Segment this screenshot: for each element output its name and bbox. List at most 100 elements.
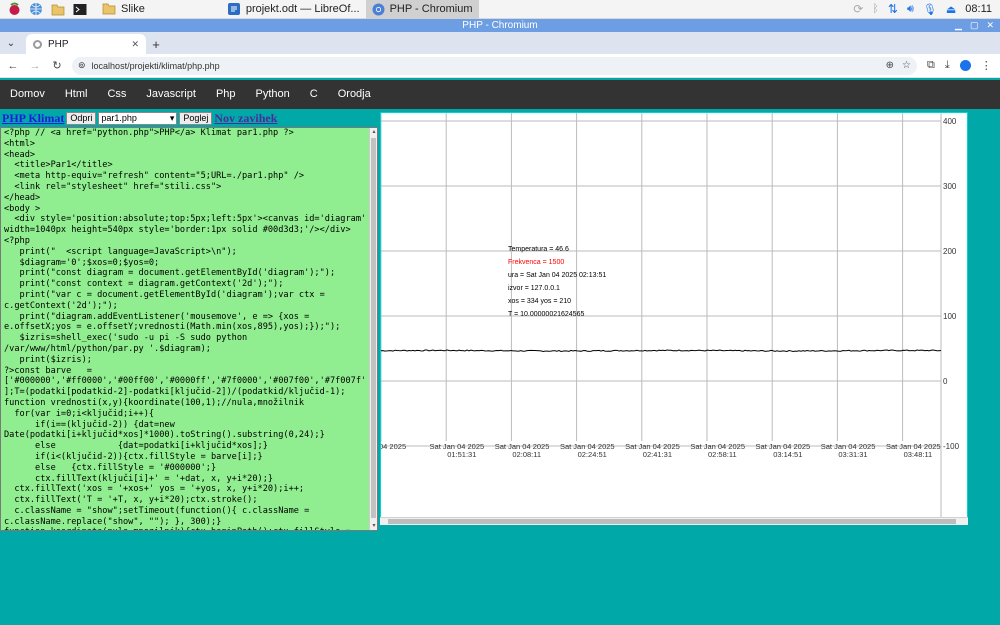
file-manager-icon[interactable] [50, 1, 66, 17]
code-line: ctx.fillText(ključi[i]+' = '+dat, x, y+i… [4, 473, 274, 484]
open-button[interactable]: Odpri [66, 112, 97, 125]
bookmark-star-icon[interactable]: ☆ [902, 60, 911, 71]
code-line: function vrednosti(x,y){koordinate(100,1… [4, 397, 305, 408]
code-line: e.offsetX;yos = e.offsetY;vrednosti(Math… [4, 322, 341, 333]
x-tick-time-label: 02:41:31 [643, 450, 672, 459]
code-line: c.className.replace("show", ""); }, 300)… [4, 516, 222, 527]
x-tick-time-label: 02:08:11 [512, 450, 541, 459]
scroll-down-icon[interactable]: ▾ [370, 522, 377, 530]
scrollbar-thumb[interactable] [371, 138, 376, 518]
browser-toolbar: ← → ↻ ⊚ localhost/projekti/klimat/php.ph… [0, 54, 1000, 78]
code-line: <?php [4, 235, 30, 246]
nav-html[interactable]: Html [55, 80, 98, 109]
x-tick-time-label: 01:51:31 [447, 450, 476, 459]
microphone-icon[interactable]: 🎙︎ [923, 3, 937, 16]
horizontal-scrollbar-thumb[interactable] [388, 519, 956, 524]
terminal-icon[interactable] [72, 1, 88, 17]
nav-orodja[interactable]: Orodja [328, 80, 381, 109]
series-line-temperatura [381, 349, 942, 353]
code-scrollbar[interactable]: ▴ ▾ [369, 128, 377, 530]
page-title[interactable]: PHP Klimat [0, 111, 64, 126]
code-line: </head> [4, 192, 41, 203]
code-line: c.getContext('2d');"); [4, 300, 118, 311]
diagram-canvas[interactable]: 400 300 200 100 0 -100 04 2025 Sat Jan 04 2025 0… [380, 112, 968, 525]
code-line: ];T=(podatki[podatkid-2]-podatki[ključid… [4, 387, 346, 398]
nav-python[interactable]: Python [246, 80, 300, 109]
tooltip-value: izvor = 127.0.0.1 [508, 285, 560, 292]
code-line: print("diagram.addEventListener('mousemo… [4, 311, 310, 322]
nav-css[interactable]: Css [97, 80, 136, 109]
nav-javascript[interactable]: Javascript [136, 80, 206, 109]
raspberry-menu-icon[interactable] [6, 1, 22, 17]
browser-tab-php[interactable]: PHP ✕ [26, 34, 146, 54]
minimize-icon[interactable]: ▁ [955, 19, 962, 32]
address-bar[interactable]: ⊚ localhost/projekti/klimat/php.php ⊕ ☆ [72, 56, 917, 75]
eject-icon[interactable]: ⏏ [946, 3, 956, 16]
zoom-icon[interactable]: ⊕ [886, 60, 894, 71]
page-title-text[interactable]: PHP Klimat [2, 111, 64, 125]
scroll-up-icon[interactable]: ▴ [370, 128, 377, 136]
new-tab-icon[interactable]: + [146, 34, 166, 54]
code-line: <title>Par1</title> [4, 160, 113, 171]
task-label: projekt.odt — LibreOf... [245, 3, 360, 15]
code-line: <head> [4, 149, 36, 160]
chart-horizontal-scrollbar[interactable] [380, 517, 968, 525]
x-tick-time-label: 03:14:51 [773, 450, 802, 459]
taskbar-task-slike[interactable]: Slike [96, 0, 151, 19]
menu-kebab-icon[interactable]: ⋮ [981, 59, 992, 72]
reload-icon[interactable]: ↻ [48, 57, 66, 75]
bluetooth-icon[interactable]: ᛒ [872, 3, 879, 15]
forward-icon[interactable]: → [26, 57, 44, 75]
taskbar-task-chromium[interactable]: PHP - Chromium [365, 0, 479, 19]
extensions-icon[interactable]: ⧉ [927, 59, 935, 72]
code-line: ?>const barve = [4, 365, 92, 376]
code-line: for(var i=0;i<ključid;i++){ [4, 408, 155, 419]
code-panel: PHP Klimat Odpri par1.php ▾ Poglej Nov z… [0, 110, 378, 625]
nav-c[interactable]: C [300, 80, 328, 109]
close-icon[interactable]: ✕ [986, 19, 994, 32]
clock[interactable]: 08:11 [965, 3, 992, 15]
code-line: else {dat=podatki[i+ključid*xos];} [4, 441, 268, 452]
tooltip-value: xos = 334 yos = 210 [508, 298, 571, 305]
tab-favicon-icon [33, 39, 42, 49]
chromium-icon [372, 3, 385, 15]
code-line: ['#000000','#ff0000','#00ff00','#0000ff'… [4, 376, 367, 387]
code-listing: <?php // <a href="python.php">PHP</a> Kl… [1, 128, 377, 530]
tooltip-value: Temperatura = 46.6 [508, 246, 569, 253]
volume-icon[interactable]: 🔊︎ [907, 3, 914, 16]
chart-svg: 4003002001000-10004 2025 Sat Jan 04 20250… [381, 113, 960, 518]
file-form: PHP Klimat Odpri par1.php ▾ Poglej Nov z… [0, 110, 378, 127]
code-line: c.className = "show";setTimeout(function… [4, 505, 310, 516]
window-title-bar[interactable]: PHP - Chromium ▁ ▢ ✕ [0, 19, 1000, 32]
x-tick-time-label: 03:31:31 [838, 450, 867, 459]
nav-domov[interactable]: Domov [0, 80, 55, 109]
task-label: PHP - Chromium [389, 3, 473, 15]
view-button[interactable]: Poglej [179, 112, 213, 125]
y-tick-label: 0 [943, 377, 948, 386]
sync-icon[interactable]: ⟳ [853, 2, 863, 16]
tooltip-value: T = 10.00000021624565 [508, 311, 584, 318]
taskbar-task-libreoffice[interactable]: projekt.odt — LibreOf... [221, 0, 366, 19]
file-select[interactable]: par1.php ▾ [98, 112, 178, 125]
nav-php[interactable]: Php [206, 80, 246, 109]
network-icon[interactable]: ⇅ [888, 2, 898, 16]
tab-close-icon[interactable]: ✕ [131, 39, 139, 50]
code-line: Date(podatki[i+ključid*xos]*1000).toStri… [4, 430, 325, 441]
site-info-icon[interactable]: ⊚ [78, 60, 86, 71]
profile-avatar[interactable] [959, 60, 971, 71]
back-icon[interactable]: ← [4, 57, 22, 75]
y-tick-label: 100 [943, 312, 957, 321]
maximize-icon[interactable]: ▢ [970, 19, 979, 32]
code-viewer[interactable]: <?php // <a href="python.php">PHP</a> Kl… [0, 127, 378, 531]
web-browser-icon[interactable] [28, 1, 44, 17]
x-tick-time-label: 03:48:11 [904, 450, 933, 459]
new-tab-link[interactable]: Nov zavihek [214, 111, 277, 126]
file-select-value: par1.php [101, 113, 137, 123]
y-tick-label: 300 [943, 182, 957, 191]
chevron-down-icon: ▾ [169, 113, 175, 123]
tooltip-value: ura = Sat Jan 04 2025 02:13:51 [508, 272, 606, 279]
downloads-icon[interactable]: ⤓ [945, 59, 950, 72]
x-tick-time-label: 02:58:11 [708, 450, 737, 459]
code-line: print("const context = diagram.getContex… [4, 279, 284, 290]
tab-search-icon[interactable]: ⌄ [0, 32, 22, 54]
